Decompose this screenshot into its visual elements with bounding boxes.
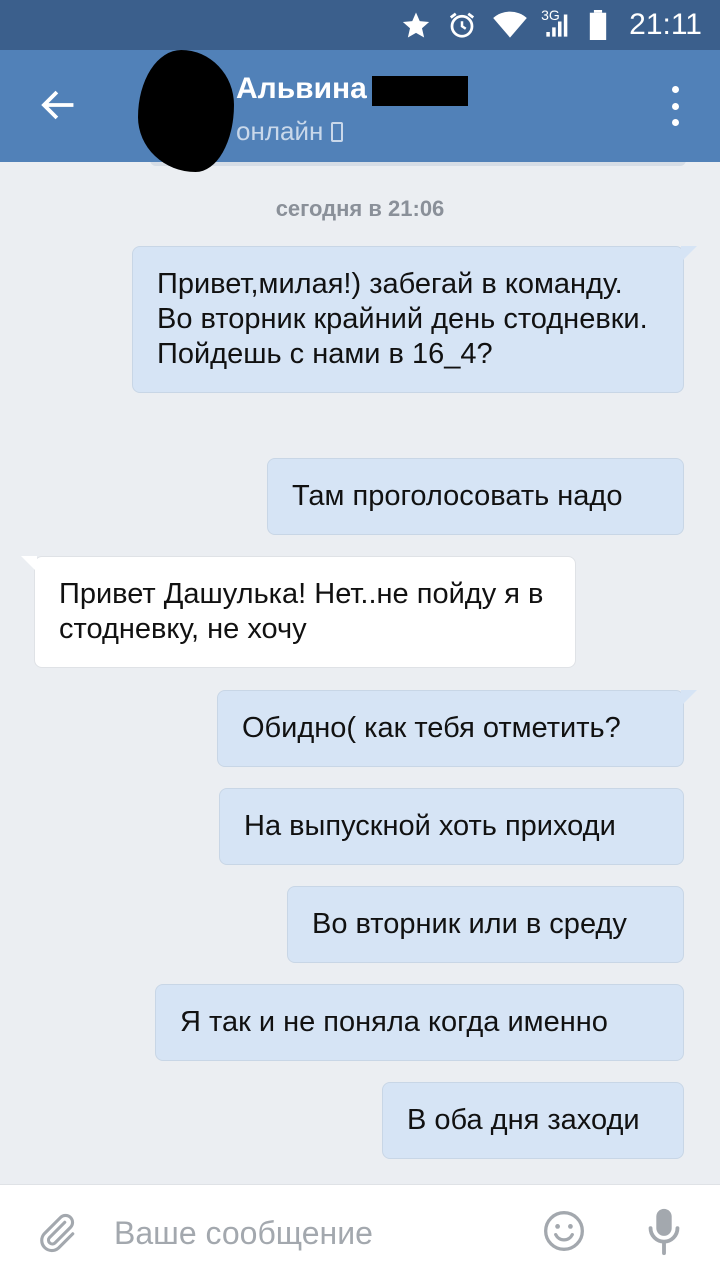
status-bar: 3G 21:11 [0, 0, 720, 50]
message-outgoing[interactable]: Я так и не поняла когда именно [155, 984, 684, 1061]
status-label: онлайн [236, 116, 324, 146]
message-text: Привет Дашулька! Нет..не пойду я в стодн… [59, 578, 544, 645]
message-outgoing[interactable]: В оба дня заходи [382, 1082, 684, 1159]
battery-icon [589, 9, 607, 41]
attach-button[interactable] [36, 1209, 80, 1257]
message-composer: Ваше сообщение [0, 1184, 720, 1280]
arrow-left-icon [41, 90, 74, 120]
bubble-tail [681, 690, 697, 706]
star-icon [401, 9, 431, 41]
message-text: Я так и не поняла когда именно [180, 1006, 608, 1038]
signal-icon: 3G [541, 7, 573, 41]
message-text: Привет,милая!) забегай в команду. Во вто… [157, 268, 648, 370]
message-outgoing[interactable]: Там проголосовать надо [267, 458, 684, 535]
message-text: Во вторник или в среду [312, 908, 627, 940]
message-text: Там проголосовать надо [292, 480, 623, 512]
emoji-button[interactable] [542, 1209, 586, 1253]
message-text: На выпускной хоть приходи [244, 810, 616, 842]
message-text: В оба дня заходи [407, 1104, 640, 1136]
back-button[interactable] [32, 80, 82, 130]
bubble-tail [681, 246, 697, 262]
more-menu-button[interactable] [660, 86, 690, 126]
voice-message-button[interactable] [646, 1207, 682, 1257]
message-incoming[interactable]: Привет Дашулька! Нет..не пойду я в стодн… [21, 556, 576, 668]
menu-dot [671, 119, 679, 126]
contact-status: онлайн [236, 116, 344, 147]
menu-dot [671, 102, 679, 110]
message-text: Обидно( как тебя отметить? [242, 712, 621, 744]
message-outgoing[interactable]: Привет,милая!) забегай в команду. Во вто… [132, 246, 697, 393]
bubble-tail [21, 556, 37, 572]
menu-dot [671, 86, 679, 93]
chat-header: Альвина онлайн [0, 50, 720, 172]
avatar[interactable] [138, 50, 234, 172]
message-outgoing[interactable]: На выпускной хоть приходи [219, 788, 684, 865]
clock: 21:11 [629, 8, 702, 41]
message-outgoing[interactable]: Обидно( как тебя отметить? [217, 690, 697, 767]
name-redaction [372, 76, 468, 106]
message-input[interactable]: Ваше сообщение [114, 1215, 373, 1252]
contact-name[interactable]: Альвина [236, 72, 367, 106]
paperclip-icon [40, 1213, 75, 1253]
wifi-icon [493, 9, 527, 41]
date-separator: сегодня в 21:06 [275, 196, 445, 221]
alarm-icon [447, 9, 477, 41]
microphone-icon [648, 1208, 680, 1256]
network-label: 3G [541, 7, 560, 23]
mobile-icon [331, 121, 344, 142]
message-outgoing[interactable]: Во вторник или в среду [287, 886, 684, 963]
smiley-icon [544, 1211, 584, 1251]
